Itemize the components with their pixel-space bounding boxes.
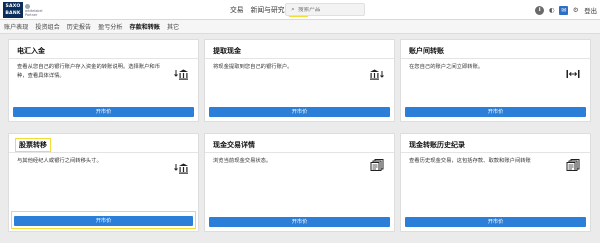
card-divider [9, 58, 198, 59]
card-description: 与其他经纪人或银行之间转移头寸。 [17, 158, 102, 164]
button-wrapper: 开市价 [13, 106, 194, 117]
theme-toggle-icon[interactable]: ◐ [547, 6, 556, 15]
subnav-portfolio[interactable]: 投资组合 [35, 22, 59, 31]
documents-icon [566, 159, 580, 171]
documents-icon [370, 159, 384, 171]
subnav-history-reports[interactable]: 历史报告 [67, 22, 91, 31]
open-button[interactable]: 开市价 [209, 107, 390, 117]
open-button[interactable]: 开市价 [405, 217, 586, 227]
partner-logo: whitelabel Partner [25, 4, 47, 18]
nav-news-research[interactable]: 新闻与研究 [248, 4, 288, 17]
card-title: 现金转账历史纪录 [409, 141, 465, 149]
card-cash-transaction-details: 现金交易详情 浏览当前现金交易状态。 开市价 [204, 133, 395, 232]
sub-nav: 账户表现 投资组合 历史报告 盈亏分析 存款和转账 其它 [0, 20, 600, 34]
card-description: 在您自己的账户之间立即转账。 [409, 64, 484, 70]
top-header: SAXO BANK whitelabel Partner 交易 新闻与研究 账户… [0, 0, 600, 20]
button-wrapper: 开市价 [405, 106, 586, 117]
button-wrapper: 开市价 [209, 106, 390, 117]
card-divider [401, 58, 590, 59]
card-description: 查看从您自己的银行账户存入资金的转账说明。选择账户和币种，查看具体详情。 [17, 64, 161, 79]
card-divider [205, 152, 394, 153]
card-description: 浏览当前现金交易状态。 [213, 158, 272, 164]
button-wrapper: 开市价 [209, 216, 390, 227]
subnav-account-performance[interactable]: 账户表现 [4, 22, 28, 31]
bank-withdraw-icon [370, 69, 384, 80]
info-icon[interactable]: i [535, 5, 545, 15]
gear-icon[interactable]: ⚙ [571, 6, 580, 15]
subnav-deposits-transfers[interactable]: 存款和转账 [130, 22, 160, 31]
search-icon: ⌕ [291, 5, 295, 13]
card-withdraw-cash: 提取现金 将现金提取到您自己的银行账户。 开市价 [204, 39, 395, 122]
open-button[interactable]: 开市价 [405, 107, 586, 117]
card-title: 提取现金 [213, 47, 241, 55]
bank-transfer-icon [174, 163, 188, 174]
card-title: 股票转移 [15, 138, 51, 152]
open-button[interactable]: 开市价 [13, 107, 194, 117]
card-inter-account-transfer: 账户间转账 在您自己的账户之间立即转账。 开市价 [400, 39, 591, 122]
card-title: 账户间转账 [409, 47, 444, 55]
card-divider [205, 58, 394, 59]
card-wire-deposit: 电汇入金 查看从您自己的银行账户存入资金的转账说明。选择账户和币种，查看具体详情… [8, 39, 199, 122]
bank-deposit-icon [174, 69, 188, 80]
card-cash-transfer-history: 现金转账历史纪录 查看历史现金交易，这包括存款、取款和账户间转账 开市价 [400, 133, 591, 232]
subnav-other[interactable]: 其它 [167, 22, 179, 31]
open-button[interactable]: 开市价 [14, 216, 193, 226]
card-description: 查看历史现金交易，这包括存款、取款和账户间转账 [409, 158, 531, 164]
card-stock-transfer: 股票转移 与其他经纪人或银行之间转移头寸。 开市价 [8, 133, 199, 232]
nav-trading[interactable]: 交易 [227, 4, 247, 17]
saxo-bank-logo[interactable]: SAXO BANK [3, 2, 23, 18]
transfer-arrows-icon [566, 70, 580, 78]
partner-logo-line2: Partner [25, 13, 38, 18]
header-actions: i ◐ ✉ ⚙ 登出 [532, 4, 597, 16]
logo-text-line2: BANK [5, 11, 21, 16]
highlighted-button-wrapper: 开市价 [11, 211, 196, 229]
search-input[interactable] [298, 6, 360, 13]
logout-link[interactable]: 登出 [584, 6, 597, 15]
button-wrapper: 开市价 [405, 216, 586, 227]
card-divider [9, 152, 198, 153]
product-search: ⌕ [285, 3, 365, 16]
card-title: 电汇入金 [17, 47, 45, 55]
logo-text-line1: SAXO [5, 4, 21, 9]
card-description: 将现金提取到您自己的银行账户。 [213, 64, 293, 70]
subnav-pnl-analysis[interactable]: 盈亏分析 [98, 22, 122, 31]
card-divider [401, 152, 590, 153]
card-title: 现金交易详情 [213, 141, 255, 149]
mail-icon[interactable]: ✉ [559, 5, 569, 15]
open-button[interactable]: 开市价 [209, 217, 390, 227]
